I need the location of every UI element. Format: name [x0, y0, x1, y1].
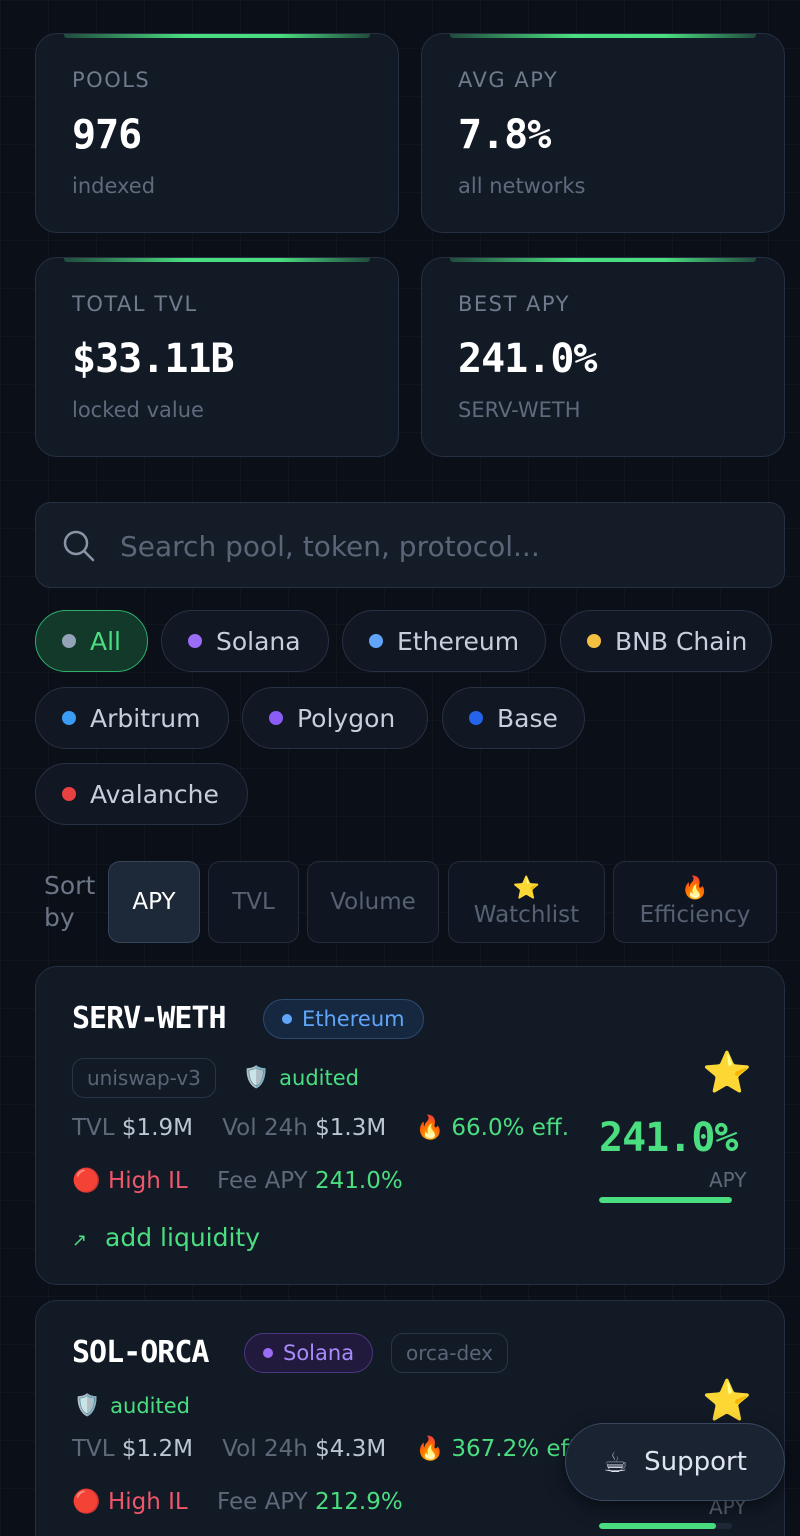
- apy-bar-fill: [599, 1197, 732, 1203]
- apy-bar: [599, 1197, 732, 1203]
- pool-name: SOL-ORCA: [72, 1335, 209, 1370]
- chip-all[interactable]: All: [35, 610, 148, 672]
- chain-dot-icon: [469, 711, 483, 725]
- chip-label: BNB Chain: [615, 626, 748, 656]
- audited-badge: 🛡️ audited: [74, 1393, 190, 1418]
- stat-sub: SERV-WETH: [458, 398, 581, 422]
- search-input[interactable]: [120, 523, 760, 569]
- chain-dot-icon: [269, 711, 283, 725]
- chip-arbitrum[interactable]: Arbitrum: [35, 687, 229, 749]
- protocol-badge: orca-dex: [391, 1333, 508, 1373]
- search-icon: [63, 530, 95, 562]
- chain-dot-icon: [62, 634, 76, 648]
- sort-label: Sort by: [44, 871, 96, 932]
- stat-value: 7.8%: [458, 112, 551, 158]
- sort-apy-button[interactable]: APY: [108, 861, 200, 943]
- stat-card-best-apy: BEST APY 241.0% SERV-WETH: [421, 257, 785, 457]
- sort-watchlist-button[interactable]: ⭐ Watchlist: [448, 861, 605, 943]
- stat-card-avg-apy: AVG APY 7.8% all networks: [421, 33, 785, 233]
- stat-label: AVG APY: [458, 68, 559, 92]
- high-il-icon: 🔴: [72, 1168, 101, 1194]
- coffee-icon: ☕: [603, 1445, 629, 1479]
- shield-icon: 🛡️: [74, 1393, 101, 1417]
- chip-bnb-chain[interactable]: BNB Chain: [560, 610, 772, 672]
- fire-icon: 🔥: [681, 876, 709, 901]
- stat-sub: indexed: [72, 174, 156, 198]
- network-badge: Solana: [244, 1333, 374, 1373]
- pool-stats-row: TVL $1.2M Vol 24h $4.3M 🔥 367.2% eff.: [72, 1436, 584, 1462]
- chip-label: Solana: [216, 626, 301, 656]
- stat-card-total-tvl: TOTAL TVL $33.11B locked value: [35, 257, 399, 457]
- chip-label: Ethereum: [397, 626, 520, 656]
- chip-polygon[interactable]: Polygon: [242, 687, 428, 749]
- star-icon: ⭐: [512, 876, 541, 901]
- chain-dot-icon: [587, 634, 601, 648]
- pool-risk-row: 🔴 High IL Fee APY 212.9%: [72, 1489, 403, 1515]
- chain-dot-icon: [62, 711, 76, 725]
- network-badge: Ethereum: [263, 999, 424, 1039]
- chip-label: Base: [497, 703, 558, 733]
- sort-efficiency-button[interactable]: 🔥 Efficiency: [613, 861, 777, 943]
- arrow-up-right-icon: ↗: [72, 1230, 88, 1251]
- shield-icon: 🛡️: [243, 1065, 270, 1089]
- chip-solana[interactable]: Solana: [161, 610, 329, 672]
- chip-label: All: [90, 626, 121, 656]
- fire-icon: 🔥: [415, 1436, 445, 1462]
- stat-label: BEST APY: [458, 292, 570, 316]
- support-button[interactable]: ☕ Support: [565, 1423, 785, 1501]
- apy-caption: APY: [709, 1168, 747, 1192]
- stat-sub: all networks: [458, 174, 586, 198]
- watchlist-star-icon[interactable]: ⭐: [702, 1381, 752, 1421]
- chain-dot-icon: [263, 1348, 273, 1358]
- add-liquidity-link[interactable]: ↗ add liquidity: [72, 1223, 260, 1252]
- protocol-badge: uniswap-v3: [72, 1058, 216, 1098]
- sort-volume-button[interactable]: Volume: [307, 861, 439, 943]
- chip-label: Arbitrum: [90, 703, 201, 733]
- chain-dot-icon: [62, 787, 76, 801]
- chip-base[interactable]: Base: [442, 687, 585, 749]
- stat-label: POOLS: [72, 68, 151, 92]
- chain-dot-icon: [188, 634, 202, 648]
- apy-value: 241.0%: [599, 1115, 738, 1161]
- stat-value: 976: [72, 112, 142, 158]
- stat-value: $33.11B: [72, 336, 235, 382]
- pool-risk-row: 🔴 High IL Fee APY 241.0%: [72, 1168, 403, 1194]
- stat-sub: locked value: [72, 398, 204, 422]
- stat-card-pools: POOLS 976 indexed: [35, 33, 399, 233]
- chip-label: Avalanche: [90, 779, 219, 809]
- chip-ethereum[interactable]: Ethereum: [342, 610, 546, 672]
- chain-dot-icon: [369, 634, 383, 648]
- pool-card[interactable]: SERV-WETH Ethereum uniswap-v3 🛡️ audited…: [35, 966, 785, 1285]
- high-il-icon: 🔴: [72, 1489, 101, 1515]
- chip-label: Polygon: [297, 703, 396, 733]
- watchlist-star-icon[interactable]: ⭐: [702, 1053, 752, 1093]
- apy-bar: [599, 1523, 732, 1529]
- chain-dot-icon: [282, 1014, 292, 1024]
- search-bar[interactable]: [35, 502, 785, 588]
- fire-icon: 🔥: [415, 1115, 445, 1141]
- sort-tvl-button[interactable]: TVL: [208, 861, 299, 943]
- stat-label: TOTAL TVL: [72, 292, 198, 316]
- pool-name: SERV-WETH: [72, 1001, 227, 1036]
- audited-badge: 🛡️ audited: [243, 1065, 359, 1090]
- stat-value: 241.0%: [458, 336, 597, 382]
- pool-stats-row: TVL $1.9M Vol 24h $1.3M 🔥 66.0% eff.: [72, 1115, 570, 1141]
- chip-avalanche[interactable]: Avalanche: [35, 763, 248, 825]
- apy-bar-fill: [599, 1523, 717, 1529]
